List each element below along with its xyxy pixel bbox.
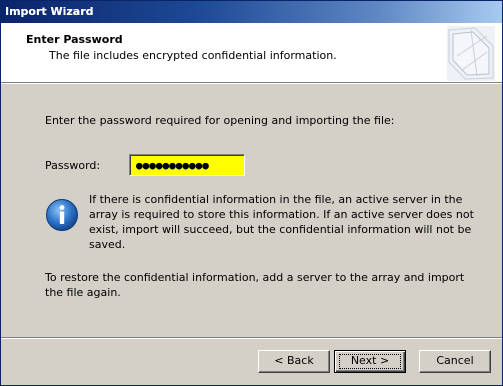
back-button[interactable]: < Back xyxy=(258,350,330,373)
page-title: Enter Password xyxy=(26,33,123,46)
info-message: If there is confidential information in … xyxy=(89,193,474,251)
footer-divider-highlight xyxy=(1,338,502,339)
wizard-header: Enter Password The file includes encrypt… xyxy=(1,23,502,82)
import-wizard-window: Import Wizard Enter Password The file in… xyxy=(0,0,503,386)
wizard-graphic-icon xyxy=(447,26,495,81)
restore-message: To restore the confidential information,… xyxy=(45,271,465,299)
next-button[interactable]: Next > xyxy=(334,350,406,373)
page-subtitle: The file includes encrypted confidential… xyxy=(49,49,337,62)
window-title: Import Wizard xyxy=(5,5,94,18)
header-divider-highlight xyxy=(1,83,502,84)
password-label: Password: xyxy=(45,159,101,172)
cancel-button[interactable]: Cancel xyxy=(419,350,491,373)
focus-rect xyxy=(339,354,401,369)
password-field[interactable] xyxy=(129,154,245,176)
password-prompt: Enter the password required for opening … xyxy=(45,114,395,127)
info-icon xyxy=(46,199,78,231)
title-bar[interactable]: Import Wizard xyxy=(1,1,502,23)
